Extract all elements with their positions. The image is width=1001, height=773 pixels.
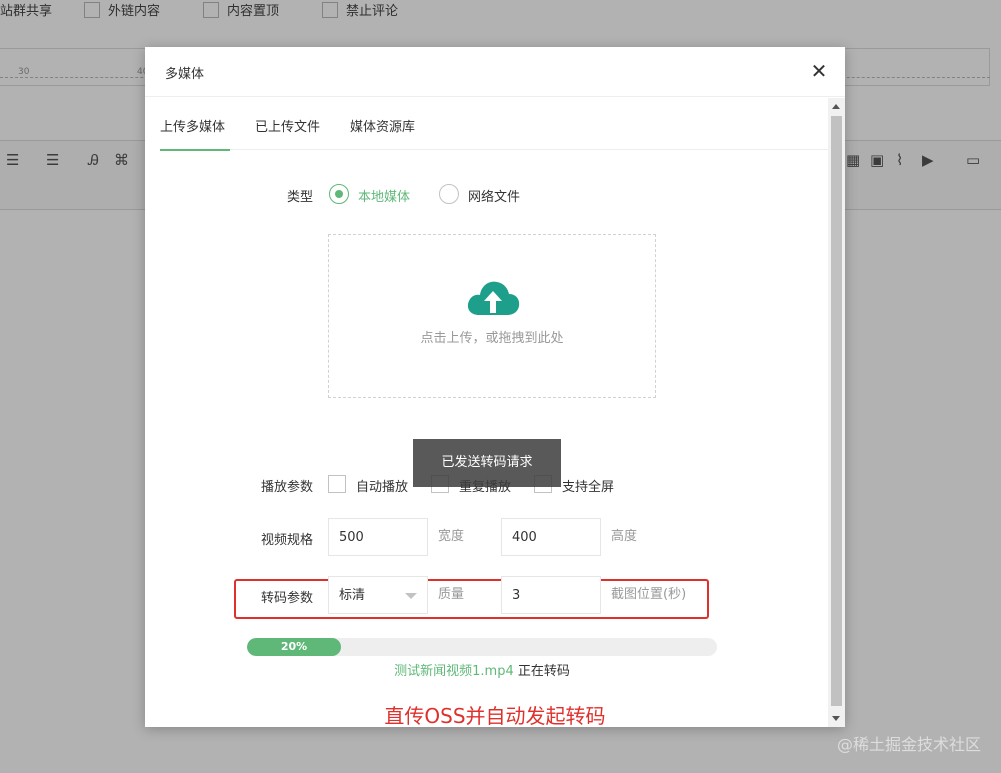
checkbox-fullscreen-label[interactable]: 支持全屏 [562, 476, 614, 495]
close-icon[interactable]: ✕ [807, 59, 831, 83]
file-name: 测试新闻视频1.mp4 [394, 664, 514, 679]
tab-media-library[interactable]: 媒体资源库 [350, 98, 430, 150]
height-unit: 高度 [611, 529, 638, 544]
upload-dropzone[interactable]: 点击上传，或拖拽到此处 [328, 234, 656, 398]
quality-select[interactable]: 标清 [328, 576, 428, 614]
dialog-title: 多媒体 [165, 67, 205, 82]
radio-network-file-label[interactable]: 网络文件 [468, 186, 520, 205]
radio-local-media[interactable] [329, 184, 349, 204]
annotation-text: 直传OSS并自动发起转码 [384, 704, 606, 727]
cloud-upload-icon [467, 281, 520, 315]
upload-file-status: 测试新闻视频1.mp4 正在转码 [247, 660, 717, 679]
upload-progress-bar: 20% [247, 638, 717, 656]
dialog-tabs: 上传多媒体 已上传文件 媒体资源库 [160, 98, 828, 151]
type-label: 类型 [286, 190, 313, 205]
transcode-label: 转码参数 [260, 591, 313, 606]
checkbox-autoplay[interactable] [328, 475, 346, 493]
scroll-down-icon[interactable] [832, 716, 840, 721]
width-input[interactable] [328, 518, 428, 556]
snapshot-input[interactable] [501, 576, 601, 614]
video-size-label: 视频规格 [260, 533, 313, 548]
dropzone-hint: 点击上传，或拖拽到此处 [420, 331, 564, 346]
scroll-up-icon[interactable] [832, 104, 840, 109]
dialog-body: 上传多媒体 已上传文件 媒体资源库 类型 本地媒体 网络文件 点击上传，或拖拽到… [145, 98, 828, 727]
tab-uploaded-files[interactable]: 已上传文件 [255, 98, 335, 150]
quality-unit: 质量 [438, 587, 465, 602]
snapshot-unit: 截图位置(秒) [611, 587, 687, 602]
watermark: @稀土掘金技术社区 [836, 735, 981, 754]
file-status: 正在转码 [517, 664, 570, 679]
radio-local-media-label[interactable]: 本地媒体 [358, 186, 410, 205]
scroll-thumb[interactable] [831, 116, 842, 706]
tab-upload-media[interactable]: 上传多媒体 [160, 98, 240, 151]
multimedia-dialog: 多媒体 ✕ 上传多媒体 已上传文件 媒体资源库 类型 本地媒体 网络文件 点击上… [145, 47, 845, 727]
radio-network-file[interactable] [439, 184, 459, 204]
playback-label: 播放参数 [260, 480, 313, 495]
width-unit: 宽度 [438, 529, 465, 544]
dialog-header: 多媒体 ✕ [145, 47, 845, 97]
checkbox-autoplay-label[interactable]: 自动播放 [356, 476, 408, 495]
transcode-toast: 已发送转码请求 [413, 439, 561, 487]
chevron-down-icon [405, 593, 417, 599]
dialog-scrollbar[interactable] [828, 98, 845, 727]
quality-select-value: 标清 [339, 588, 366, 603]
height-input[interactable] [501, 518, 601, 556]
progress-text: 20% [280, 640, 308, 653]
